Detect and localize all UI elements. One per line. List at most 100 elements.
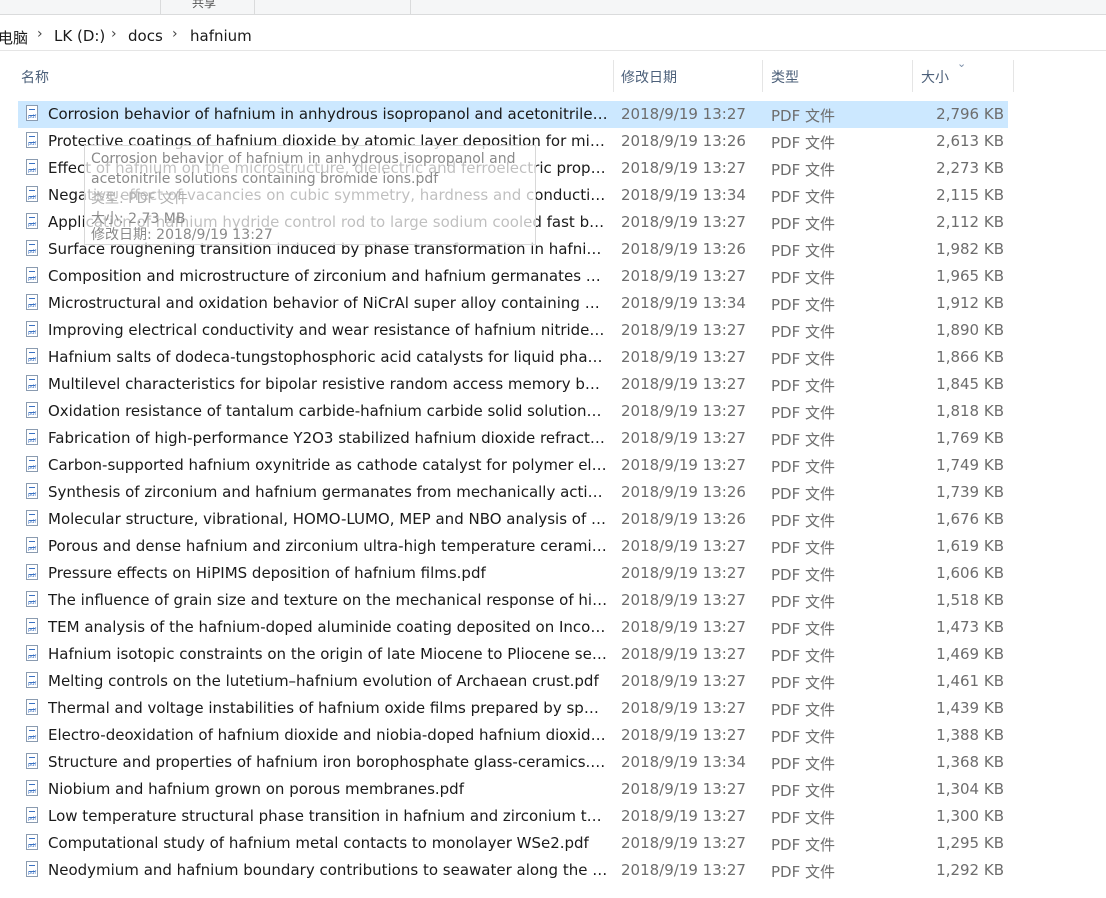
file-name[interactable]: Pressure effects on HiPIMS deposition of…: [48, 564, 608, 582]
file-type: PDF 文件: [771, 755, 835, 773]
file-date: 2018/9/19 13:34: [621, 186, 746, 204]
file-name[interactable]: Electro-deoxidation of hafnium dioxide a…: [48, 726, 608, 744]
file-name[interactable]: Structure and properties of hafnium iron…: [48, 753, 608, 771]
file-name[interactable]: Thermal and voltage instabilities of haf…: [48, 699, 608, 717]
breadcrumb-drive[interactable]: LK (D:): [54, 27, 105, 45]
pdf-file-icon: pdf: [26, 807, 38, 823]
pdf-file-icon: pdf: [26, 780, 38, 796]
file-row[interactable]: pdf Fabrication of high-performance Y2O3 …: [18, 425, 1008, 452]
tab-share[interactable]: 共享: [192, 0, 216, 11]
ribbon-divider: [410, 0, 411, 14]
file-size: 1,469 KB: [936, 645, 1004, 663]
file-row[interactable]: pdf Hafnium salts of dodeca-tungstophosph…: [18, 344, 1008, 371]
file-size: 2,273 KB: [936, 159, 1004, 177]
file-name[interactable]: Carbon-supported hafnium oxynitride as c…: [48, 456, 608, 474]
file-date: 2018/9/19 13:26: [621, 510, 746, 528]
file-type: PDF 文件: [771, 836, 835, 854]
file-size: 1,473 KB: [936, 618, 1004, 636]
file-row[interactable]: pdf TEM analysis of the hafnium-doped alu…: [18, 614, 1008, 641]
file-type: PDF 文件: [771, 863, 835, 881]
file-date: 2018/9/19 13:27: [621, 213, 746, 231]
chevron-right-icon[interactable]: ›: [172, 26, 178, 42]
file-name[interactable]: Composition and microstructure of zircon…: [48, 267, 608, 285]
file-name[interactable]: TEM analysis of the hafnium-doped alumin…: [48, 618, 608, 636]
file-row[interactable]: pdf Molecular structure, vibrational, HOM…: [18, 506, 1008, 533]
file-name[interactable]: The influence of grain size and texture …: [48, 591, 608, 609]
file-name[interactable]: Fabrication of high-performance Y2O3 sta…: [48, 429, 608, 447]
file-size: 1,300 KB: [936, 807, 1004, 825]
chevron-right-icon[interactable]: ›: [37, 26, 43, 42]
file-date: 2018/9/19 13:27: [621, 348, 746, 366]
file-type: PDF 文件: [771, 620, 835, 638]
column-divider[interactable]: [912, 60, 913, 92]
file-name[interactable]: Synthesis of zirconium and hafnium germa…: [48, 483, 608, 501]
file-row[interactable]: pdf Melting controls on the lutetium–hafn…: [18, 668, 1008, 695]
pdf-file-icon: pdf: [26, 591, 38, 607]
file-name[interactable]: Molecular structure, vibrational, HOMO-L…: [48, 510, 608, 528]
tooltip-date: 修改日期: 2018/9/19 13:27: [91, 227, 273, 243]
file-row[interactable]: pdf Multilevel characteristics for bipola…: [18, 371, 1008, 398]
breadcrumb-docs[interactable]: docs: [128, 27, 163, 45]
file-size: 1,388 KB: [936, 726, 1004, 744]
file-date: 2018/9/19 13:27: [621, 159, 746, 177]
file-row[interactable]: pdf Neodymium and hafnium boundary contri…: [18, 857, 1008, 884]
pdf-file-icon: pdf: [26, 834, 38, 850]
file-name[interactable]: Melting controls on the lutetium–hafnium…: [48, 672, 608, 690]
pdf-file-icon: pdf: [26, 321, 38, 337]
file-type: PDF 文件: [771, 647, 835, 665]
file-row[interactable]: pdf Oxidation resistance of tantalum carb…: [18, 398, 1008, 425]
file-name[interactable]: Improving electrical conductivity and we…: [48, 321, 608, 339]
file-name[interactable]: Niobium and hafnium grown on porous memb…: [48, 780, 608, 798]
file-row[interactable]: pdf Computational study of hafnium metal …: [18, 830, 1008, 857]
file-name[interactable]: Microstructural and oxidation behavior o…: [48, 294, 608, 312]
column-header-date[interactable]: 修改日期: [621, 67, 677, 87]
file-name[interactable]: Oxidation resistance of tantalum carbide…: [48, 402, 608, 420]
file-name[interactable]: Low temperature structural phase transit…: [48, 807, 608, 825]
chevron-right-icon[interactable]: ›: [111, 26, 117, 42]
file-name[interactable]: Multilevel characteristics for bipolar r…: [48, 375, 608, 393]
file-name[interactable]: Neodymium and hafnium boundary contribut…: [48, 861, 608, 879]
column-divider[interactable]: [1013, 60, 1014, 92]
file-type: PDF 文件: [771, 350, 835, 368]
file-row[interactable]: pdf Thermal and voltage instabilities of …: [18, 695, 1008, 722]
breadcrumb[interactable]: 电脑 › LK (D:) › docs › hafnium: [0, 22, 1106, 51]
file-row[interactable]: pdf Niobium and hafnium grown on porous m…: [18, 776, 1008, 803]
pdf-file-icon: pdf: [26, 267, 38, 283]
file-row[interactable]: pdf Composition and microstructure of zir…: [18, 263, 1008, 290]
tooltip-title: Corrosion behavior of hafnium in anhydro…: [91, 151, 516, 187]
file-row[interactable]: pdf Synthesis of zirconium and hafnium ge…: [18, 479, 1008, 506]
pdf-file-icon: pdf: [26, 186, 38, 202]
file-row[interactable]: pdf The influence of grain size and textu…: [18, 587, 1008, 614]
file-row[interactable]: pdf Carbon-supported hafnium oxynitride a…: [18, 452, 1008, 479]
file-type: PDF 文件: [771, 728, 835, 746]
file-row[interactable]: pdf Hafnium isotopic constraints on the o…: [18, 641, 1008, 668]
file-type: PDF 文件: [771, 566, 835, 584]
file-row[interactable]: pdf Electro-deoxidation of hafnium dioxid…: [18, 722, 1008, 749]
file-row[interactable]: pdf Porous and dense hafnium and zirconiu…: [18, 533, 1008, 560]
file-name[interactable]: Corrosion behavior of hafnium in anhydro…: [48, 105, 608, 123]
breadcrumb-hafnium[interactable]: hafnium: [190, 27, 252, 45]
file-row[interactable]: pdf Structure and properties of hafnium i…: [18, 749, 1008, 776]
file-row[interactable]: pdf Microstructural and oxidation behavio…: [18, 290, 1008, 317]
file-name[interactable]: Hafnium salts of dodeca-tungstophosphori…: [48, 348, 608, 366]
column-divider[interactable]: [762, 60, 763, 92]
file-row[interactable]: pdf Pressure effects on HiPIMS deposition…: [18, 560, 1008, 587]
column-header-type[interactable]: 类型: [771, 67, 799, 87]
file-name[interactable]: Porous and dense hafnium and zirconium u…: [48, 537, 608, 555]
breadcrumb-this-pc[interactable]: 电脑: [0, 27, 28, 48]
pdf-file-icon: pdf: [26, 699, 38, 715]
pdf-file-icon: pdf: [26, 375, 38, 391]
column-header-name[interactable]: 名称: [21, 67, 49, 87]
file-size: 1,518 KB: [936, 591, 1004, 609]
file-date: 2018/9/19 13:26: [621, 240, 746, 258]
file-type: PDF 文件: [771, 809, 835, 827]
column-header-size[interactable]: 大小: [921, 67, 949, 87]
column-divider[interactable]: [613, 60, 614, 92]
file-name[interactable]: Computational study of hafnium metal con…: [48, 834, 608, 852]
file-name[interactable]: Hafnium isotopic constraints on the orig…: [48, 645, 608, 663]
file-date: 2018/9/19 13:27: [621, 591, 746, 609]
file-row[interactable]: pdf Low temperature structural phase tran…: [18, 803, 1008, 830]
file-row[interactable]: pdf Corrosion behavior of hafnium in anhy…: [18, 101, 1008, 128]
file-size: 1,606 KB: [936, 564, 1004, 582]
file-row[interactable]: pdf Improving electrical conductivity and…: [18, 317, 1008, 344]
